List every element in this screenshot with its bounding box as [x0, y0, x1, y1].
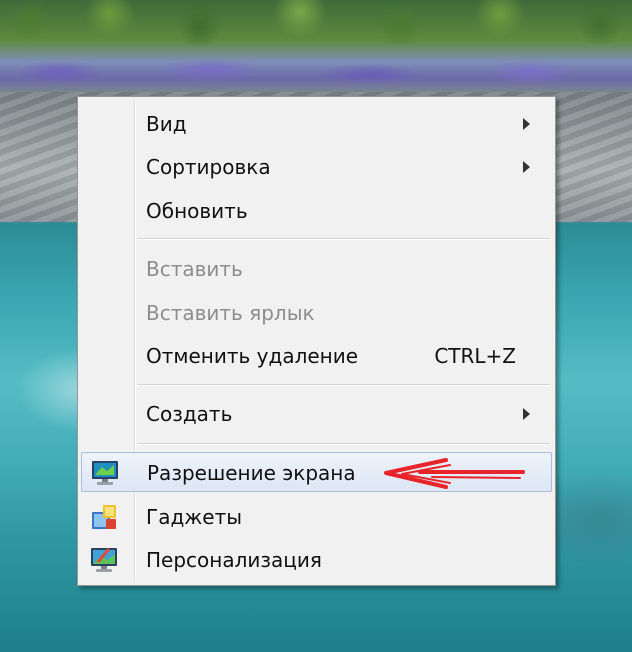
menu-separator — [137, 384, 550, 386]
menu-separator — [137, 238, 550, 240]
menu-item-refresh[interactable]: Обновить — [81, 191, 552, 231]
menu-item-sort[interactable]: Сортировка — [81, 147, 552, 187]
menu-item-label: Отменить удаление — [146, 344, 359, 368]
red-arrow-icon — [384, 458, 525, 489]
personalize-icon — [89, 546, 119, 574]
gadgets-icon — [89, 503, 119, 531]
menu-item-personalize[interactable]: Персонализация — [81, 540, 552, 580]
menu-item-new[interactable]: Создать — [81, 394, 552, 434]
menu-item-label: Обновить — [146, 199, 248, 223]
submenu-arrow-icon — [523, 408, 530, 420]
monitor-icon — [90, 459, 120, 487]
desktop-context-menu: Вид Сортировка Обновить Вставить Вставит… — [77, 96, 556, 586]
menu-item-label: Вставить ярлык — [146, 301, 315, 325]
menu-item-label: Сортировка — [146, 155, 271, 179]
submenu-arrow-icon — [523, 118, 530, 130]
menu-item-view[interactable]: Вид — [81, 104, 552, 144]
menu-item-label: Создать — [146, 402, 233, 426]
menu-separator — [137, 443, 550, 445]
background-flowers — [0, 52, 632, 92]
menu-item-shortcut: CTRL+Z — [434, 344, 516, 368]
submenu-arrow-icon — [523, 161, 530, 173]
menu-item-paste-shortcut: Вставить ярлык — [81, 293, 552, 333]
menu-item-gadgets[interactable]: Гаджеты — [81, 497, 552, 537]
menu-item-label: Гаджеты — [146, 505, 243, 529]
menu-item-label: Вставить — [146, 257, 243, 281]
menu-item-paste: Вставить — [81, 249, 552, 289]
menu-item-label: Вид — [146, 112, 187, 136]
menu-item-label: Персонализация — [146, 548, 322, 572]
menu-item-undo-delete[interactable]: Отменить удаление CTRL+Z — [81, 336, 552, 376]
menu-item-label: Разрешение экрана — [147, 461, 356, 485]
